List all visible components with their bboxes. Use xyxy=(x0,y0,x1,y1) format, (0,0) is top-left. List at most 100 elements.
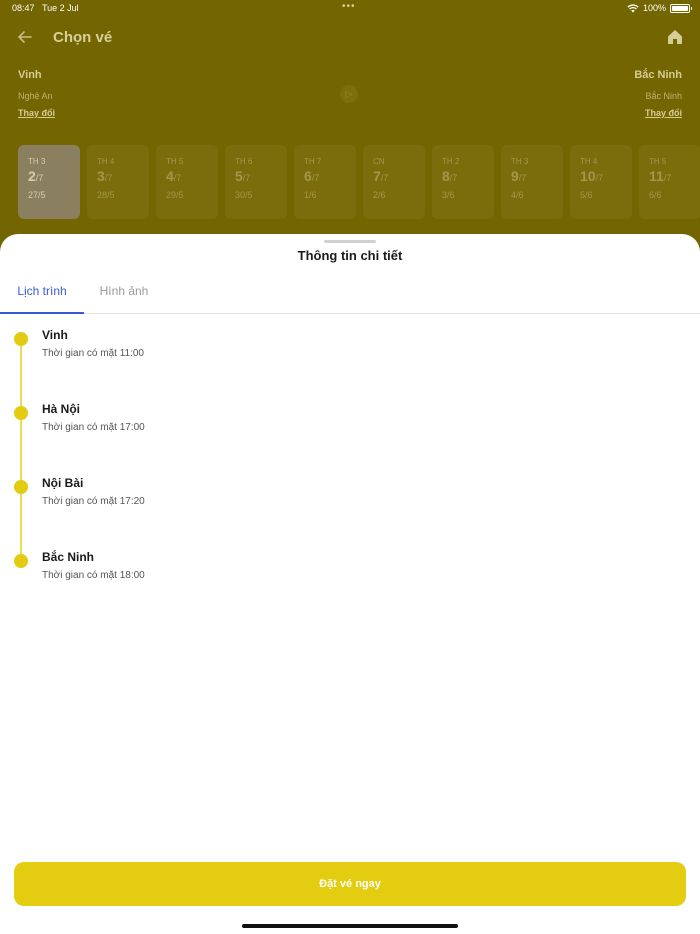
status-bar: 08:47 Tue 2 Jul ••• 100% xyxy=(0,0,700,16)
chip-date: 2/7 xyxy=(28,168,80,186)
stop-name: Nội Bài xyxy=(42,476,84,490)
chip-lunar-date: 4/6 xyxy=(511,190,524,200)
tab-images[interactable]: Hình ảnh xyxy=(84,282,164,314)
chip-day: 9 xyxy=(511,168,519,184)
chip-weekday: TH 4 xyxy=(580,157,598,166)
chip-day: 8 xyxy=(442,168,450,184)
detail-bottom-sheet: Thông tin chi tiết Lịch trình Hình ảnh V… xyxy=(0,234,700,934)
chip-month: /7 xyxy=(380,173,389,183)
chip-weekday: TH 3 xyxy=(28,157,46,166)
stop-dot xyxy=(14,332,28,346)
chip-weekday: CN xyxy=(373,157,385,166)
chip-month: /7 xyxy=(104,173,113,183)
back-arrow-icon[interactable] xyxy=(16,28,34,46)
chip-date: 6/7 xyxy=(304,168,356,186)
stop-time: Thời gian có mặt 11:00 xyxy=(42,348,144,359)
chip-day: 6 xyxy=(304,168,312,184)
chip-date: 11/7 xyxy=(649,168,700,186)
date-chip[interactable]: TH 3 2/7 27/5 xyxy=(18,145,80,219)
chip-date: 7/7 xyxy=(373,168,425,186)
chip-month: /7 xyxy=(35,173,44,183)
chip-month: /7 xyxy=(173,173,182,183)
date-chip[interactable]: TH 5 11/7 6/6 xyxy=(639,145,700,219)
date-chip[interactable]: TH 6 5/7 30/5 xyxy=(225,145,287,219)
chip-date: 3/7 xyxy=(97,168,149,186)
chip-lunar-date: 27/5 xyxy=(28,190,46,200)
chip-month: /7 xyxy=(449,173,458,183)
chip-lunar-date: 2/6 xyxy=(373,190,386,200)
chip-day: 2 xyxy=(28,168,36,184)
destination-province: Bắc Ninh xyxy=(645,91,682,101)
stop-dot xyxy=(14,480,28,494)
chip-month: /7 xyxy=(242,173,251,183)
chip-month: /7 xyxy=(663,173,672,183)
chip-weekday: TH 3 xyxy=(511,157,529,166)
stop-item: Nội Bài Thời gian có mặt 17:20 xyxy=(0,474,700,534)
stop-dot xyxy=(14,554,28,568)
chip-weekday: TH 4 xyxy=(97,157,115,166)
battery-icon xyxy=(670,3,692,13)
date-chip[interactable]: TH 5 4/7 29/5 xyxy=(156,145,218,219)
chip-day: 3 xyxy=(97,168,105,184)
multitask-dots-icon[interactable]: ••• xyxy=(342,1,356,12)
chip-lunar-date: 5/6 xyxy=(580,190,593,200)
chip-lunar-date: 6/6 xyxy=(649,190,662,200)
wifi-icon xyxy=(627,3,639,12)
stop-item: Bắc Ninh Thời gian có mặt 18:00 xyxy=(0,548,700,608)
chip-lunar-date: 30/5 xyxy=(235,190,253,200)
stop-time: Thời gian có mặt 18:00 xyxy=(42,570,145,581)
stop-name: Hà Nội xyxy=(42,402,81,416)
chip-weekday: TH 5 xyxy=(649,157,667,166)
sheet-drag-handle[interactable] xyxy=(324,240,376,243)
stop-name: Vinh xyxy=(42,328,68,342)
chip-weekday: TH 7 xyxy=(304,157,322,166)
stop-item: Vinh Thời gian có mặt 11:00 xyxy=(0,326,700,386)
chip-date: 4/7 xyxy=(166,168,218,186)
page-title: Chọn vé xyxy=(53,29,113,46)
change-origin-link[interactable]: Thay đổi xyxy=(18,108,55,118)
chip-weekday: TH 2 xyxy=(442,157,460,166)
date-strip: TH 3 2/7 27/5 TH 4 3/7 28/5 TH 5 4/7 29/5 TH 6 5/7… xyxy=(18,145,700,219)
status-right: 100% xyxy=(627,3,692,13)
origin-city: Vinh xyxy=(18,69,42,81)
date-chip[interactable]: TH 3 9/7 4/6 xyxy=(501,145,563,219)
book-now-button[interactable]: Đặt vé ngay xyxy=(14,862,686,906)
status-date: Tue 2 Jul xyxy=(42,3,79,13)
change-destination-link[interactable]: Thay đổi xyxy=(645,108,682,118)
chip-date: 10/7 xyxy=(580,168,632,186)
swap-icon[interactable]: ▷ xyxy=(340,85,358,103)
status-time: 08:47 xyxy=(12,3,35,13)
tab-bar: Lịch trình Hình ảnh xyxy=(0,282,700,314)
chip-date: 8/7 xyxy=(442,168,494,186)
chip-month: /7 xyxy=(311,173,320,183)
home-indicator[interactable] xyxy=(242,924,458,928)
home-icon[interactable] xyxy=(666,28,684,46)
chip-day: 5 xyxy=(235,168,243,184)
battery-percent: 100% xyxy=(642,3,666,13)
date-chip[interactable]: TH 4 10/7 5/6 xyxy=(570,145,632,219)
chip-weekday: TH 6 xyxy=(235,157,253,166)
stop-item: Hà Nội Thời gian có mặt 17:00 xyxy=(0,400,700,460)
chip-day: 11 xyxy=(649,168,664,184)
chip-day: 7 xyxy=(373,168,381,184)
date-chip[interactable]: CN 7/7 2/6 xyxy=(363,145,425,219)
chip-weekday: TH 5 xyxy=(166,157,184,166)
chip-month: /7 xyxy=(595,173,604,183)
date-chip[interactable]: TH 2 8/7 3/6 xyxy=(432,145,494,219)
date-chip[interactable]: TH 7 6/7 1/6 xyxy=(294,145,356,219)
chip-month: /7 xyxy=(518,173,527,183)
tab-schedule[interactable]: Lịch trình xyxy=(0,282,84,314)
chip-day: 10 xyxy=(580,168,596,184)
stop-time: Thời gian có mặt 17:00 xyxy=(42,422,145,433)
chip-lunar-date: 28/5 xyxy=(97,190,115,200)
chip-lunar-date: 29/5 xyxy=(166,190,184,200)
chip-day: 4 xyxy=(166,168,174,184)
chip-lunar-date: 3/6 xyxy=(442,190,455,200)
stop-dot xyxy=(14,406,28,420)
date-chip[interactable]: TH 4 3/7 28/5 xyxy=(87,145,149,219)
chip-lunar-date: 1/6 xyxy=(304,190,317,200)
chip-date: 5/7 xyxy=(235,168,287,186)
chip-date: 9/7 xyxy=(511,168,563,186)
origin-province: Nghệ An xyxy=(18,91,53,101)
destination-city: Bắc Ninh xyxy=(634,69,682,81)
